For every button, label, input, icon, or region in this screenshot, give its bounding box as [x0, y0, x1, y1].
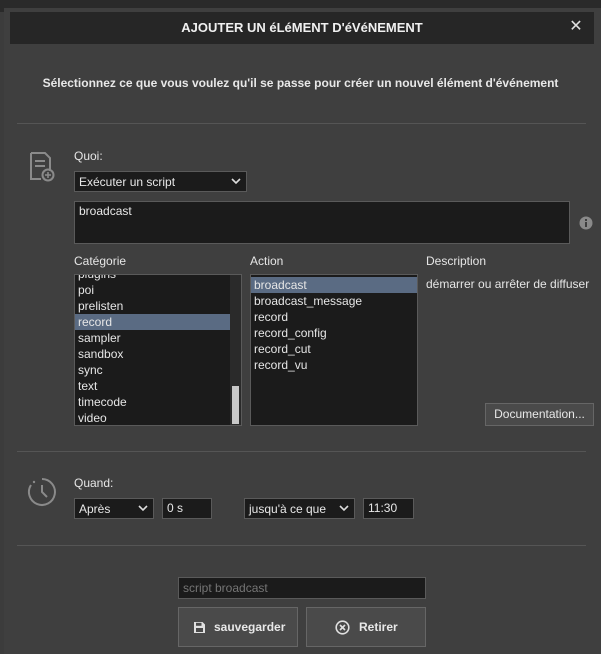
list-item[interactable]: text [75, 378, 230, 394]
when-label: Quand: [74, 476, 114, 490]
list-item[interactable]: prelisten [75, 298, 230, 314]
documentation-button[interactable]: Documentation... [485, 403, 594, 426]
event-name-input[interactable] [178, 577, 426, 599]
list-item[interactable]: plugins [75, 275, 230, 282]
when-mode-value: Après [79, 502, 111, 516]
what-type-value: Exécuter un script [79, 175, 176, 189]
list-item[interactable]: record_cut [251, 341, 417, 357]
remove-button[interactable]: Retirer [306, 607, 426, 647]
script-text: broadcast [79, 204, 132, 218]
clock-icon [27, 477, 57, 507]
list-item[interactable]: video [75, 410, 230, 425]
script-input[interactable]: broadcast [74, 201, 570, 244]
dialog-titlebar: AJOUTER UN éLéMENT D'éVéNEMENT ✕ [10, 12, 594, 44]
delay-input[interactable]: 0 s [162, 498, 212, 519]
until-select[interactable]: jusqu'à ce que [244, 498, 355, 519]
when-mode-select[interactable]: Après [74, 498, 154, 519]
list-item-selected[interactable]: record [75, 314, 230, 330]
time-input[interactable]: 11:30 [363, 498, 414, 519]
close-icon[interactable]: ✕ [566, 17, 586, 37]
category-scrollbar[interactable] [230, 275, 241, 425]
what-type-select[interactable]: Exécuter un script [74, 171, 247, 192]
action-label: Action [250, 254, 284, 268]
list-item[interactable]: record [251, 309, 417, 325]
category-label: Catégorie [74, 254, 127, 268]
dialog-title: AJOUTER UN éLéMENT D'éVéNEMENT [181, 20, 423, 35]
action-list[interactable]: broadcast broadcast_message record recor… [250, 274, 418, 426]
document-add-icon [28, 151, 56, 183]
list-item[interactable]: timecode [75, 394, 230, 410]
list-item[interactable]: sandbox [75, 346, 230, 362]
save-label: sauvegarder [214, 620, 286, 634]
remove-label: Retirer [359, 620, 398, 634]
until-value: jusqu'à ce que [249, 502, 327, 516]
dialog-intro: Sélectionnez ce que vous voulez qu'il se… [42, 76, 559, 90]
list-item[interactable]: sync [75, 362, 230, 378]
chevron-down-icon [339, 505, 349, 512]
floppy-disk-icon [194, 622, 205, 633]
time-value: 11:30 [368, 501, 398, 515]
divider [17, 123, 586, 124]
divider [17, 451, 586, 452]
what-label: Quoi: [74, 149, 103, 163]
save-button[interactable]: sauvegarder [178, 607, 298, 647]
divider [17, 545, 586, 546]
cancel-circle-icon [335, 620, 350, 635]
list-item[interactable]: poi [75, 282, 230, 298]
delay-value: 0 s [167, 501, 184, 515]
list-item[interactable]: record_config [251, 325, 417, 341]
list-item[interactable]: broadcast_message [251, 293, 417, 309]
category-list[interactable]: plugins poi prelisten record sampler san… [74, 274, 242, 426]
scrollbar-thumb[interactable] [232, 386, 239, 424]
info-icon[interactable] [579, 216, 593, 230]
list-item[interactable]: record_vu [251, 357, 417, 373]
list-item-selected[interactable]: broadcast [251, 277, 417, 293]
list-item[interactable]: sampler [75, 330, 230, 346]
chevron-down-icon [138, 505, 148, 512]
chevron-down-icon [231, 178, 241, 185]
description-label: Description [426, 254, 487, 268]
description-text: démarrer ou arrêter de diffuser [426, 277, 590, 291]
